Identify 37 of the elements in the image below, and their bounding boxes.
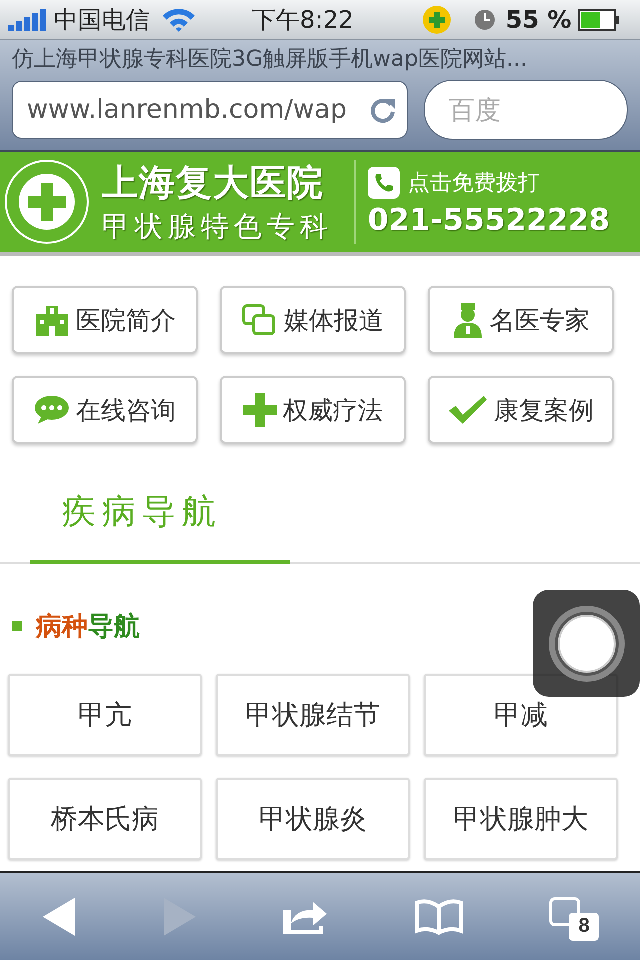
reload-icon[interactable]	[369, 96, 397, 124]
building-icon	[34, 304, 70, 336]
disease-button[interactable]: 甲亢	[8, 674, 202, 756]
clock-time: 下午8:22	[252, 4, 354, 36]
nav-button[interactable]: 医院简介	[12, 286, 198, 354]
plus-icon	[243, 393, 277, 427]
disease-button[interactable]: 桥本氏病	[8, 778, 202, 860]
disease-button[interactable]: 甲状腺结节	[216, 674, 410, 756]
chat-icon	[34, 395, 70, 425]
disease-button[interactable]: 甲状腺肿大	[424, 778, 618, 860]
nav-button[interactable]: 权威疗法	[220, 376, 406, 444]
nav-button[interactable]: 名医专家	[428, 286, 614, 354]
battery-icon	[578, 8, 620, 30]
battery-percent: 55 %	[506, 6, 572, 34]
nav-button[interactable]: 在线咨询	[12, 376, 198, 444]
squares-icon	[242, 304, 278, 336]
back-button[interactable]	[42, 898, 77, 936]
signal-icon	[8, 8, 48, 30]
phone-icon[interactable]	[368, 166, 400, 198]
bullet-square	[12, 621, 22, 631]
hospital-name: 上海复大医院	[102, 162, 325, 206]
carrier-name: 中国电信	[54, 4, 150, 36]
call-label: 点击免费拨打	[408, 170, 540, 198]
address-field[interactable]: www.lanrenmb.com/wap	[12, 81, 408, 139]
page-title: 仿上海甲状腺专科医院3G触屏版手机wap医院网站...	[12, 46, 528, 74]
section-title: 病种导航	[36, 610, 140, 644]
wifi-icon	[162, 8, 196, 32]
doctor-icon	[452, 302, 484, 338]
nav-button[interactable]: 媒体报道	[220, 286, 406, 354]
bookmarks-button[interactable]	[414, 898, 464, 934]
app-badge-icon	[422, 4, 452, 34]
checkmark-icon	[448, 395, 488, 425]
nav-button[interactable]: 康复案例	[428, 376, 614, 444]
hospital-subtitle: 甲状腺特色专科	[102, 208, 333, 244]
assistive-touch-button[interactable]	[533, 590, 640, 697]
disease-button[interactable]: 甲状腺炎	[216, 778, 410, 860]
alarm-icon	[474, 8, 496, 30]
